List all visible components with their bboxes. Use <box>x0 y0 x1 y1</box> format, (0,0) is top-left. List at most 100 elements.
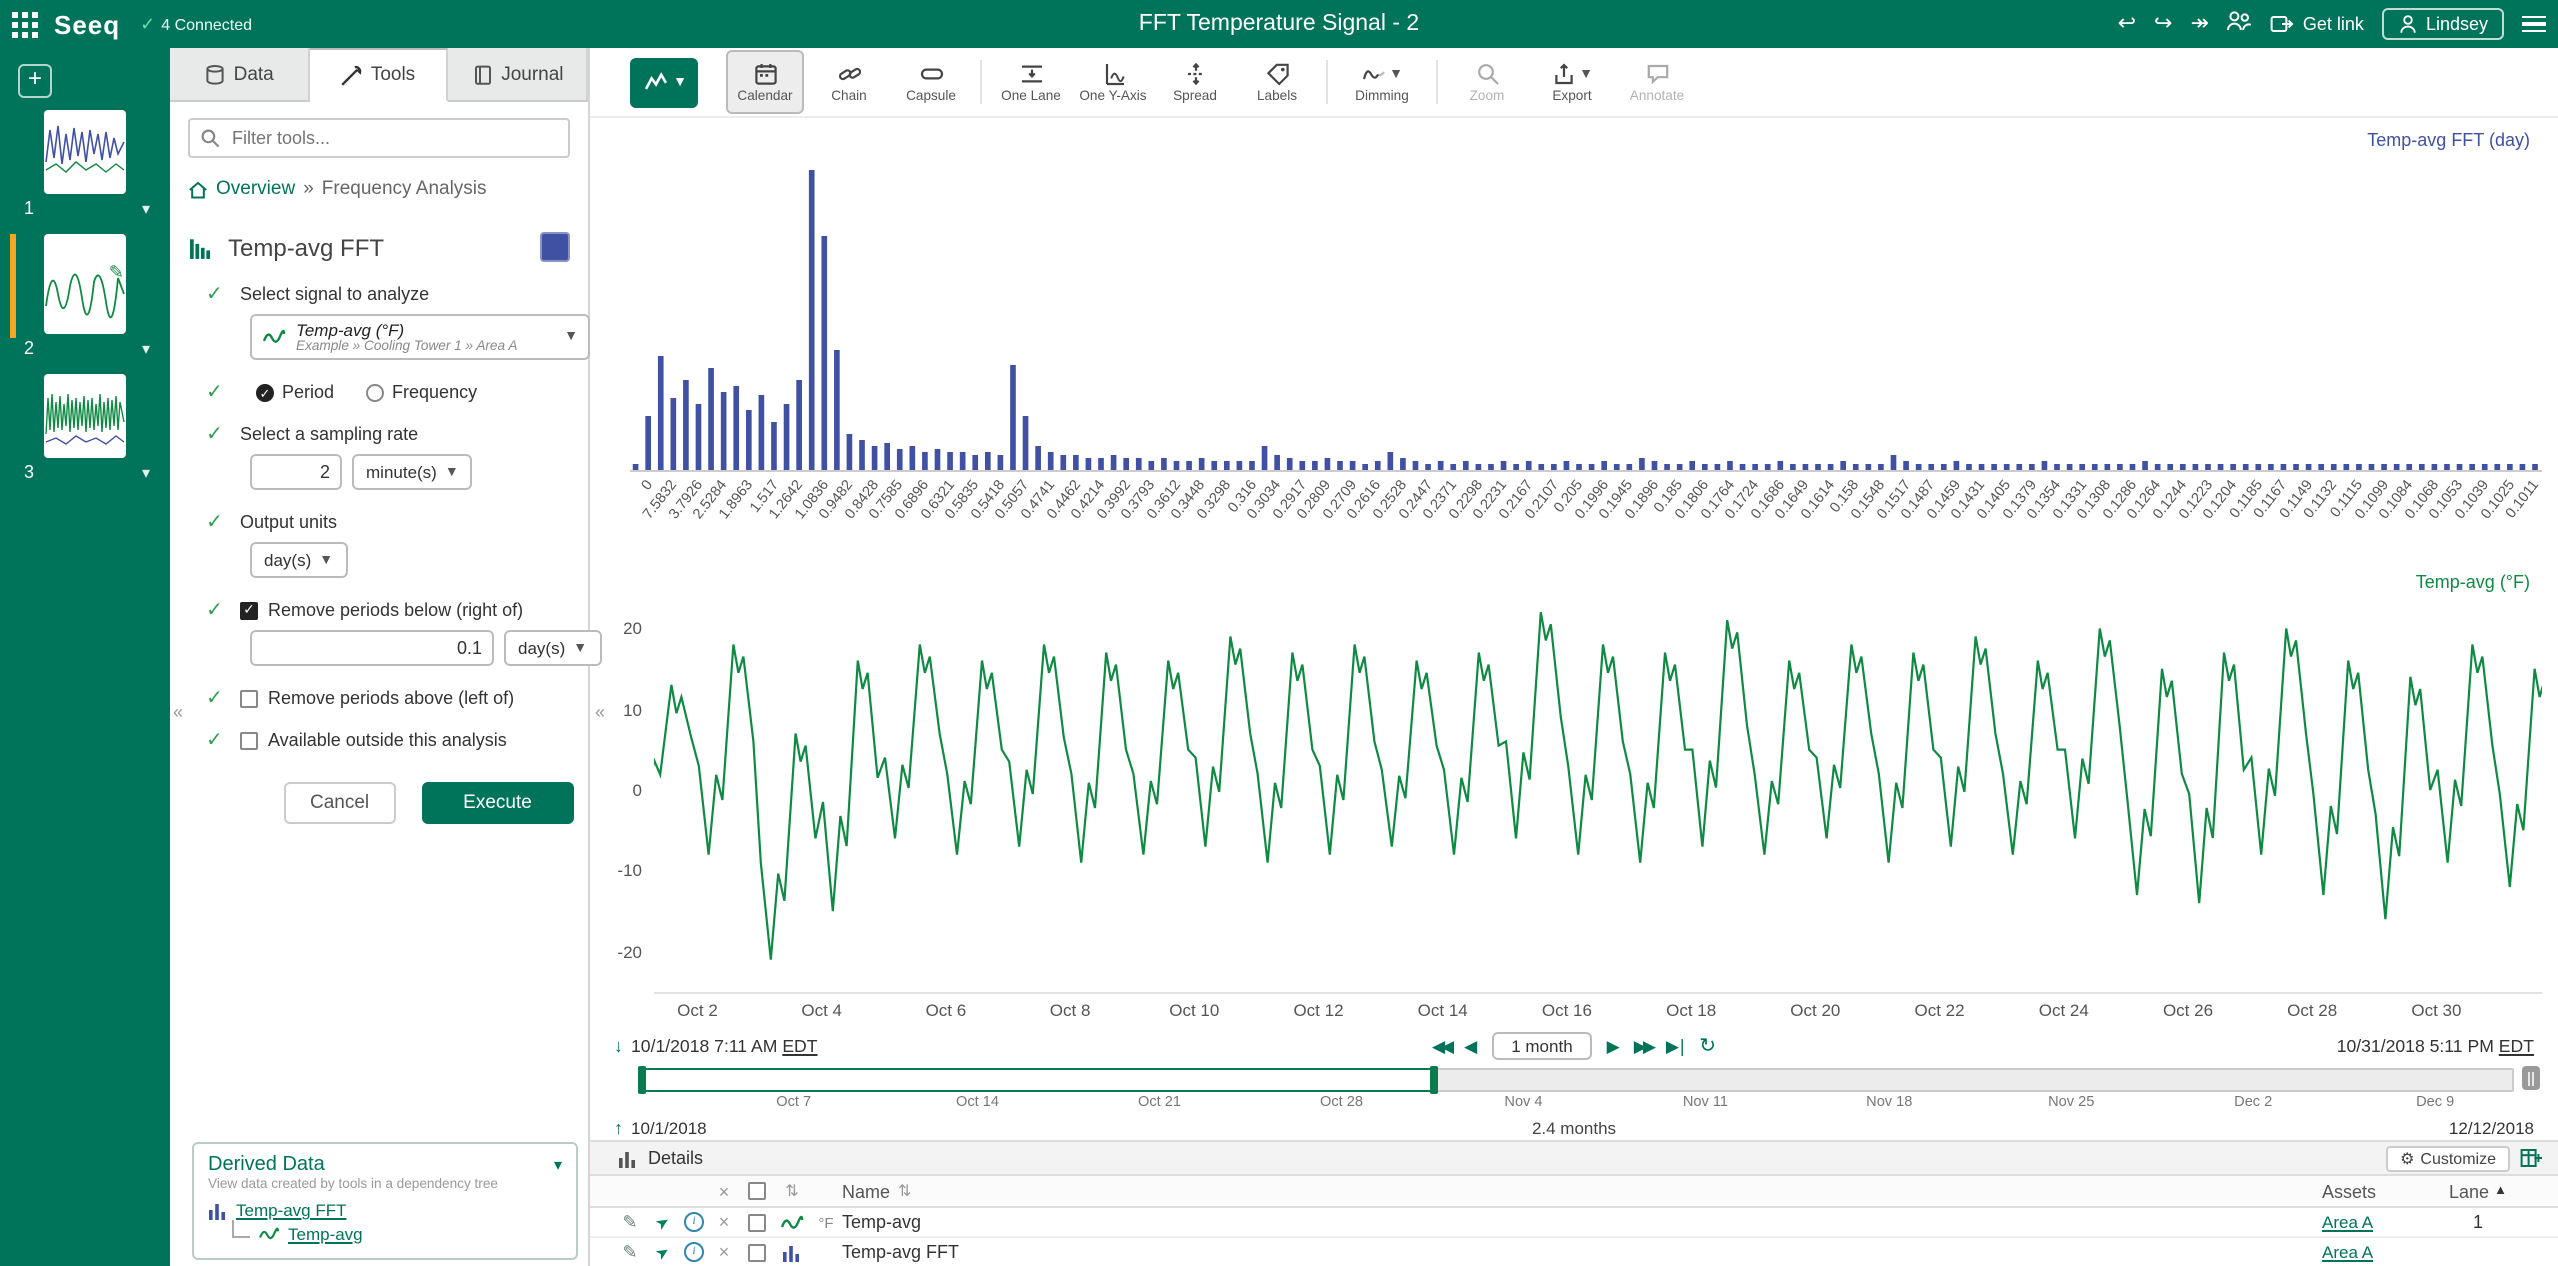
remove-icon[interactable]: × <box>710 1242 738 1262</box>
view-mode-dropdown-button[interactable]: ▼ <box>630 57 698 107</box>
chevron-down-icon[interactable]: ▾ <box>142 463 150 481</box>
execute-button[interactable]: Execute <box>421 782 574 824</box>
fft-chart[interactable]: Temp-avg FFT (day) 07.58323.79262.52841.… <box>590 118 2558 564</box>
trend-plot-area[interactable] <box>654 596 2542 994</box>
calendar-button[interactable]: Calendar <box>726 50 804 114</box>
fft-plot-area[interactable] <box>630 162 2542 472</box>
item-name[interactable]: Temp-avg FFT <box>842 1242 2322 1262</box>
redo-icon[interactable]: ↪ <box>2154 13 2172 35</box>
user-menu-button[interactable]: Lindsey <box>2382 8 2504 40</box>
signal-series-label[interactable]: Temp-avg (°F) <box>2416 572 2530 592</box>
step-forward-much-button[interactable]: ▶▶ <box>1634 1035 1652 1057</box>
tab-data[interactable]: Data <box>170 48 309 100</box>
chain-button[interactable]: Chain <box>812 52 886 112</box>
step-forward-button[interactable]: ▶ <box>1607 1035 1620 1057</box>
trend-chart[interactable]: Temp-avg (°F) 20100-10-20 Oct 2Oct 4Oct … <box>590 564 2558 1030</box>
step-back-much-button[interactable]: ◀◀ <box>1432 1035 1450 1057</box>
cancel-button[interactable]: Cancel <box>284 782 395 824</box>
worksheet-thumbnail-2[interactable]: ✎ <box>44 234 126 334</box>
export-button[interactable]: ▼ Export <box>1532 52 1612 112</box>
trend-y-axis[interactable]: 20100-10-20 <box>594 596 648 994</box>
trend-x-axis[interactable]: Oct 2Oct 4Oct 6Oct 8Oct 10Oct 12Oct 14Oc… <box>654 1000 2542 1026</box>
worksheet-thumbnail-3[interactable] <box>44 374 126 458</box>
sampling-unit-dropdown[interactable]: minute(s)▼ <box>352 454 473 490</box>
output-unit-dropdown[interactable]: day(s)▼ <box>250 542 347 578</box>
signal-select-dropdown[interactable]: Temp-avg (°F) Example » Cooling Tower 1 … <box>250 314 590 360</box>
item-name[interactable]: Temp-avg <box>842 1212 2322 1232</box>
sort-name-icon[interactable]: ⇅ <box>898 1182 911 1200</box>
remove-icon[interactable]: × <box>710 1212 738 1232</box>
auto-update-button[interactable]: ↻ <box>1699 1035 1716 1057</box>
assets-column-header[interactable]: Assets <box>2322 1181 2442 1201</box>
collapse-panel-handle[interactable]: « <box>592 692 608 732</box>
app-switcher-icon[interactable] <box>12 11 38 37</box>
period-radio[interactable]: ✓Period <box>256 382 334 402</box>
chevron-down-icon[interactable]: ▾ <box>142 199 150 217</box>
seeq-logo[interactable]: Seeq <box>54 9 120 39</box>
labels-button[interactable]: Labels <box>1240 52 1314 112</box>
users-icon[interactable] <box>2227 10 2253 38</box>
edit-icon[interactable]: ✎ <box>614 1241 646 1263</box>
one-lane-button[interactable]: One Lane <box>994 52 1068 112</box>
send-icon[interactable]: ➤ <box>652 1241 673 1263</box>
remove-below-checkbox[interactable]: ✓Remove periods below (right of) <box>240 600 570 620</box>
asset-link[interactable]: Area A <box>2322 1212 2373 1232</box>
send-icon[interactable]: ➤ <box>652 1211 673 1233</box>
worksheet-row-2[interactable]: 2▾ <box>0 334 170 366</box>
asset-link[interactable]: Area A <box>2322 1242 2373 1262</box>
timeline-end-handle[interactable] <box>2522 1066 2540 1090</box>
edit-icon[interactable]: ✎ <box>614 1211 646 1233</box>
worksheet-row-1[interactable]: 1▾ <box>0 194 170 226</box>
remove-below-value-input[interactable] <box>250 630 494 666</box>
connection-status[interactable]: ✓4 Connected <box>140 13 252 35</box>
worksheet-thumbnail-1[interactable] <box>44 110 126 194</box>
one-y-axis-button[interactable]: One Y-Axis <box>1076 52 1150 112</box>
remove-below-unit-dropdown[interactable]: day(s)▼ <box>504 630 601 666</box>
undo-icon[interactable]: ↩ <box>2118 13 2136 35</box>
frequency-radio[interactable]: Frequency <box>366 382 477 402</box>
info-icon[interactable]: i <box>684 1242 704 1262</box>
sort-type-icon[interactable]: ⇅ <box>774 1182 810 1200</box>
timeline-selection[interactable] <box>640 1068 1436 1092</box>
filter-tools-field[interactable] <box>188 118 570 158</box>
timezone-link[interactable]: EDT <box>2499 1036 2534 1056</box>
add-column-icon[interactable] <box>2520 1148 2542 1168</box>
customize-button[interactable]: ⚙Customize <box>2386 1145 2510 1171</box>
spread-button[interactable]: Spread <box>1158 52 1232 112</box>
select-all-checkbox[interactable] <box>747 1182 765 1200</box>
home-icon[interactable] <box>188 179 208 199</box>
chevron-down-icon[interactable]: ▾ <box>142 339 150 357</box>
collapse-chevron-icon[interactable]: ▾ <box>554 1156 562 1174</box>
fft-series-label[interactable]: Temp-avg FFT (day) <box>2367 130 2530 150</box>
tab-journal[interactable]: Journal <box>449 48 588 100</box>
selection-right-handle[interactable] <box>1430 1066 1438 1094</box>
step-to-end-button[interactable]: ▶❘ <box>1666 1035 1685 1057</box>
hamburger-menu-icon[interactable] <box>2522 11 2546 37</box>
dimming-button[interactable]: ▼ Dimming <box>1340 52 1424 112</box>
filter-tools-input[interactable] <box>228 126 558 150</box>
available-outside-checkbox[interactable]: Available outside this analysis <box>240 730 570 750</box>
step-size-button[interactable]: 1 month <box>1491 1032 1592 1060</box>
add-worksheet-button[interactable]: + <box>18 64 52 98</box>
details-row-temp-avg[interactable]: ✎ ➤ i × °F Temp-avg Area A 1 <box>590 1208 2558 1238</box>
selection-left-handle[interactable] <box>638 1066 646 1094</box>
collapse-rail-handle[interactable]: « <box>170 692 186 732</box>
tab-tools[interactable]: Tools <box>309 48 448 102</box>
remove-all-icon[interactable]: × <box>710 1181 738 1201</box>
details-row-temp-avg-fft[interactable]: ✎ ➤ i × Temp-avg FFT Area A <box>590 1238 2558 1266</box>
info-icon[interactable]: i <box>684 1212 704 1232</box>
remove-above-checkbox[interactable]: Remove periods above (left of) <box>240 688 570 708</box>
redo-all-icon[interactable]: ↠ <box>2190 13 2208 35</box>
investigate-range-duration[interactable]: 2.4 months <box>590 1117 2558 1137</box>
breadcrumb-overview-link[interactable]: Overview <box>216 178 295 200</box>
worksheet-row-3[interactable]: 3▾ <box>0 458 170 490</box>
row-checkbox[interactable] <box>747 1213 765 1231</box>
row-checkbox[interactable] <box>747 1243 765 1261</box>
timeline-track[interactable] <box>638 1068 2514 1092</box>
step-back-button[interactable]: ◀ <box>1464 1035 1477 1057</box>
name-column-header[interactable]: Name⇅ <box>842 1181 2322 1201</box>
color-swatch-button[interactable] <box>540 232 570 262</box>
lane-column-header[interactable]: Lane ▲ <box>2442 1181 2514 1201</box>
sampling-rate-input[interactable] <box>250 454 342 490</box>
get-link-button[interactable]: Get link <box>2271 13 2364 35</box>
